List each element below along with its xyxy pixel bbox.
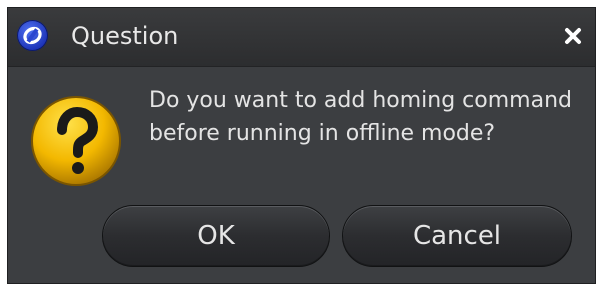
message-text: Do you want to add homing command before… xyxy=(149,88,572,146)
close-button[interactable] xyxy=(561,24,585,48)
dialog-title: Question xyxy=(71,22,179,50)
title-bar[interactable]: Question xyxy=(8,8,595,67)
close-icon xyxy=(565,28,581,44)
question-dialog: Question Do you want to add homing comma… xyxy=(7,7,596,284)
app-logo-icon xyxy=(17,20,48,51)
dialog-body: Do you want to add homing command before… xyxy=(8,67,595,283)
ok-button[interactable]: OK xyxy=(102,205,330,267)
cancel-button[interactable]: Cancel xyxy=(342,205,572,267)
question-mark-icon xyxy=(29,94,123,188)
